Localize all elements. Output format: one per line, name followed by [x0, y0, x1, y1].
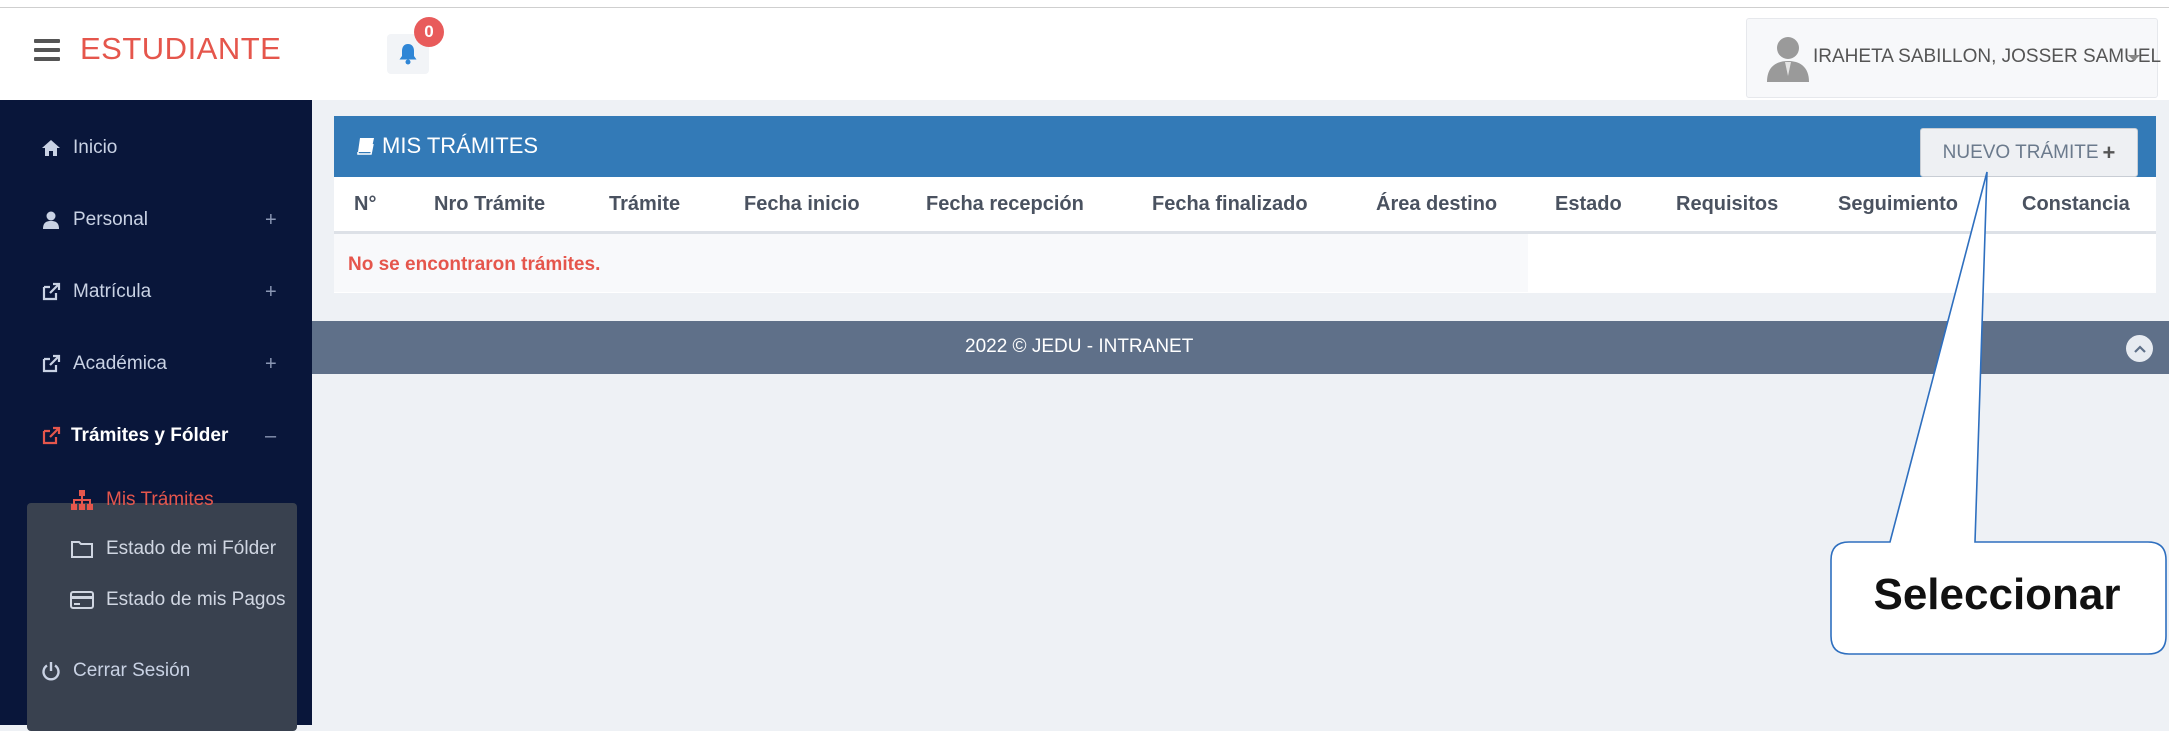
table-row: No se encontraron trámites. — [334, 234, 1528, 292]
column-header: Nro Trámite — [434, 193, 546, 215]
user-menu[interactable]: IRAHETA SABILLON, JOSSER SAMUEL — [1746, 18, 2162, 98]
column-header: Seguimiento — [1838, 193, 1959, 215]
tramites-panel: MIS TRÁMITES NUEVO TRÁMITE + N° Nro Trám… — [334, 116, 2156, 293]
credit-card-icon — [70, 589, 94, 611]
sidebar-item-inicio[interactable]: Inicio — [0, 118, 312, 178]
brand-title: ESTUDIANTE — [80, 31, 282, 66]
sidebar-item-label: Académica — [73, 353, 167, 374]
column-header: Requisitos — [1676, 193, 1779, 215]
nuevo-tramite-label: NUEVO TRÁMITE — [1942, 141, 2099, 163]
book-icon — [357, 138, 374, 155]
column-header: Área destino — [1376, 193, 1498, 215]
expand-toggle: + — [265, 208, 277, 231]
column-header: Fecha recepción — [926, 193, 1084, 215]
sidebar-subitem-label: Mis Trámites — [106, 489, 214, 510]
sidebar-item-tramites-folder[interactable]: Trámites y Fólder – — [0, 406, 312, 466]
sidebar-subitem-label: Estado de mis Pagos — [106, 589, 286, 610]
bell-icon — [399, 44, 417, 65]
top-border — [0, 0, 2169, 8]
sidebar-item-cerrar-sesion[interactable]: Cerrar Sesión — [0, 641, 312, 701]
footer: 2022 © JEDU - INTRANET — [312, 321, 2169, 374]
plus-icon: + — [2102, 139, 2116, 165]
expand-toggle: + — [265, 352, 277, 375]
chevron-down-icon — [2128, 55, 2140, 61]
sitemap-icon — [70, 489, 94, 511]
sidebar-item-label: Personal — [73, 209, 148, 230]
collapse-toggle: – — [265, 424, 277, 447]
user-icon — [40, 209, 62, 231]
panel-header: MIS TRÁMITES NUEVO TRÁMITE + — [334, 116, 2156, 177]
folder-icon — [70, 538, 94, 560]
power-icon — [40, 660, 62, 682]
sidebar-item-label: Trámites y Fólder — [71, 425, 229, 446]
chevron-up-icon — [2133, 344, 2146, 353]
column-header: N° — [354, 193, 377, 215]
sidebar: Inicio Personal + Matrícula + Académica … — [0, 100, 312, 731]
nuevo-tramite-button[interactable]: NUEVO TRÁMITE + — [1920, 128, 2138, 177]
panel-title-text: MIS TRÁMITES — [382, 133, 539, 158]
sidebar-item-personal[interactable]: Personal + — [0, 190, 312, 250]
top-header: ESTUDIANTE 0 IRAHETA SABILLON, JOSSER SA… — [0, 8, 2169, 100]
empty-message: No se encontraron trámites. — [348, 254, 601, 275]
callout-label: Seleccionar — [1873, 570, 2121, 619]
sidebar-subitem-estado-folder[interactable]: Estado de mi Fólder — [0, 526, 312, 572]
column-header: Fecha finalizado — [1152, 193, 1308, 215]
table-header: N° Nro Trámite Trámite Fecha inicio Fech… — [334, 177, 2156, 234]
sidebar-item-label: Cerrar Sesión — [73, 660, 191, 681]
column-header: Estado — [1555, 193, 1622, 215]
sidebar-item-label: Matrícula — [73, 281, 152, 302]
column-header: Trámite — [609, 193, 681, 215]
external-link-icon — [40, 281, 62, 303]
footer-text: 2022 © JEDU - INTRANET — [965, 336, 1194, 357]
avatar — [1759, 28, 1817, 86]
menu-toggle-icon[interactable] — [34, 39, 60, 61]
column-header: Fecha inicio — [744, 193, 860, 215]
sidebar-item-matricula[interactable]: Matrícula + — [0, 262, 312, 322]
notifications-badge: 0 — [414, 17, 444, 47]
panel-title: MIS TRÁMITES — [356, 133, 538, 159]
sidebar-item-label: Inicio — [73, 137, 118, 158]
sidebar-subitem-label: Estado de mi Fólder — [106, 538, 277, 559]
home-icon — [40, 137, 62, 159]
sidebar-subitem-estado-pagos[interactable]: Estado de mis Pagos — [0, 577, 312, 623]
external-link-icon — [40, 353, 62, 375]
scroll-top-button[interactable] — [2126, 335, 2153, 362]
expand-toggle: + — [265, 280, 277, 303]
sidebar-subitem-mis-tramites[interactable]: Mis Trámites — [0, 477, 312, 523]
user-name: IRAHETA SABILLON, JOSSER SAMUEL — [1813, 46, 2162, 67]
external-link-icon — [40, 425, 62, 447]
sidebar-item-academica[interactable]: Académica + — [0, 334, 312, 394]
column-header: Constancia — [2022, 193, 2130, 215]
